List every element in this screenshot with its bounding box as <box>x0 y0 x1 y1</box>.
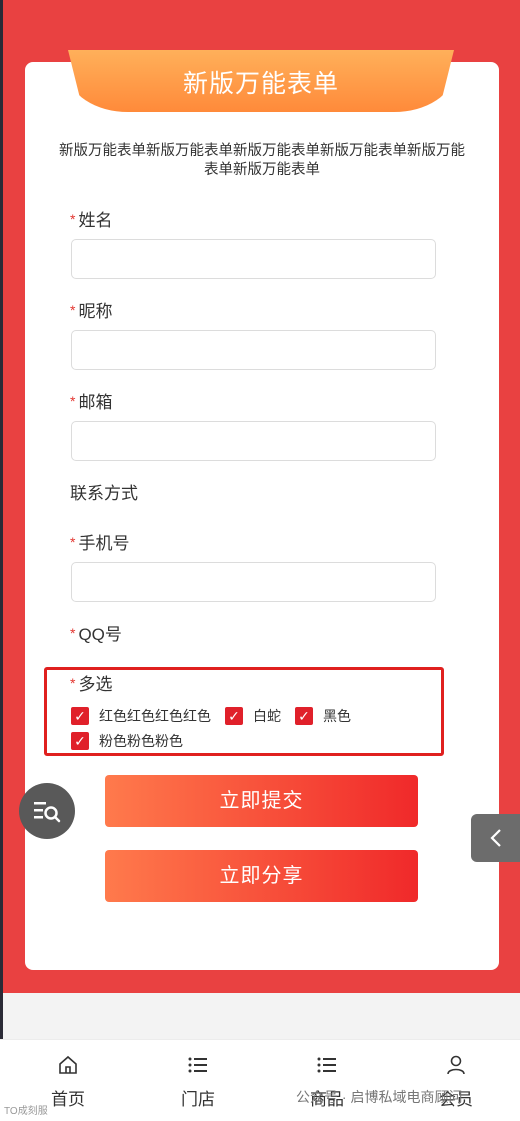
floating-search-button[interactable] <box>19 783 75 839</box>
checkbox-red[interactable]: ✓ <box>71 707 89 725</box>
bottom-tab-bar: 首页 门店 商品 会员 <box>0 1039 520 1121</box>
user-icon <box>447 1055 465 1075</box>
list-icon <box>188 1057 207 1073</box>
required-mark: * <box>70 302 76 318</box>
tab-stores[interactable]: 门店 <box>158 1054 238 1110</box>
chevron-left-icon <box>489 829 501 847</box>
side-collapse-tab[interactable] <box>471 814 520 862</box>
name-label: * 姓名 <box>70 211 113 230</box>
required-mark: * <box>70 625 76 641</box>
multi-select-label: * 多选 <box>70 675 113 694</box>
home-icon <box>59 1055 77 1074</box>
form-card <box>25 62 499 970</box>
tab-stores-label: 门店 <box>181 1090 215 1109</box>
checkbox-row-2: ✓ 粉色粉色粉色 <box>71 731 197 751</box>
required-mark: * <box>70 211 76 227</box>
watermark-small: TO成刻服 <box>4 1106 48 1117</box>
form-description: 新版万能表单新版万能表单新版万能表单新版万能表单新版万能表单新版万能表单 <box>59 143 465 178</box>
watermark-text: 公众号 · 启博私域电商顾问 <box>296 1089 463 1105</box>
phone-input[interactable] <box>71 562 436 602</box>
name-input[interactable] <box>71 239 436 279</box>
footer-gray-band <box>3 993 520 1039</box>
qq-label: * QQ号 <box>70 625 122 644</box>
nickname-input[interactable] <box>71 330 436 370</box>
checkbox-white-snake[interactable]: ✓ <box>225 707 243 725</box>
option-label[interactable]: 黑色 <box>323 706 351 726</box>
email-input[interactable] <box>71 421 436 461</box>
email-label: * 邮箱 <box>70 393 113 412</box>
required-mark: * <box>70 534 76 550</box>
phone-label: * 手机号 <box>70 534 130 553</box>
checkbox-pink[interactable]: ✓ <box>71 732 89 750</box>
option-label[interactable]: 粉色粉色粉色 <box>99 731 183 751</box>
option-label[interactable]: 白蛇 <box>253 706 281 726</box>
nickname-label: * 昵称 <box>70 302 113 321</box>
list-search-icon <box>34 802 61 823</box>
contact-section-title: 联系方式 <box>70 484 138 503</box>
submit-button[interactable]: 立即提交 <box>105 775 418 827</box>
list-icon <box>317 1057 336 1073</box>
share-button[interactable]: 立即分享 <box>105 850 418 902</box>
required-mark: * <box>70 675 76 691</box>
option-label[interactable]: 红色红色红色红色 <box>99 706 211 726</box>
checkbox-black[interactable]: ✓ <box>295 707 313 725</box>
checkbox-row-1: ✓ 红色红色红色红色 ✓ 白蛇 ✓ 黑色 <box>71 706 365 726</box>
form-title: 新版万能表单 <box>182 70 339 98</box>
required-mark: * <box>70 393 76 409</box>
